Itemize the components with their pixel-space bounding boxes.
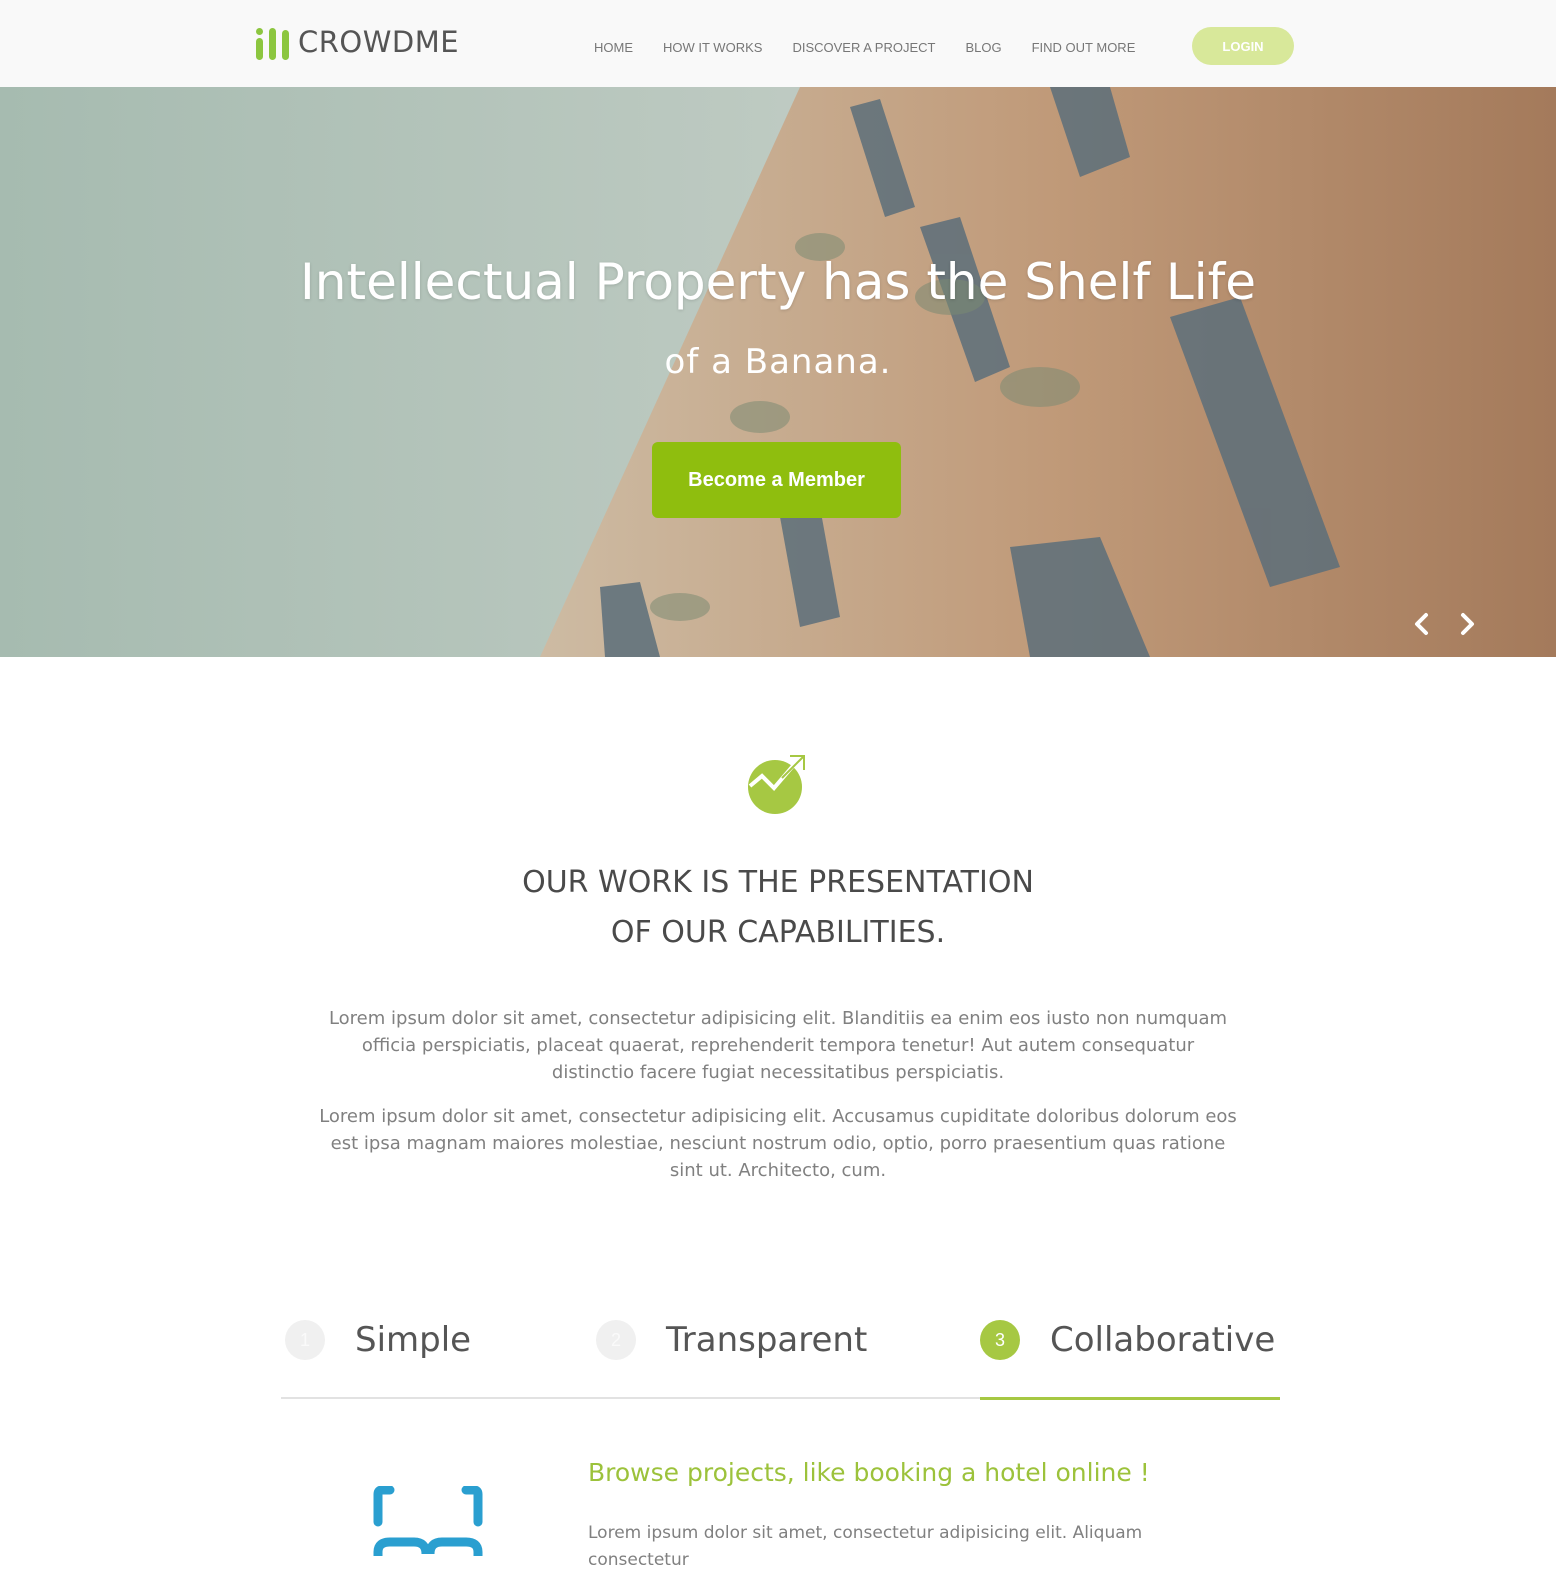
tab-number: 3 bbox=[980, 1320, 1020, 1360]
chevron-right-icon[interactable] bbox=[1455, 611, 1479, 637]
become-member-button[interactable]: Become a Member bbox=[652, 442, 901, 518]
hero-title: Intellectual Property has the Shelf Life bbox=[300, 253, 1256, 311]
tab-simple[interactable]: 1 Simple bbox=[285, 1320, 471, 1360]
bar-chart-logo-icon bbox=[256, 24, 292, 60]
intro-title: OUR WORK IS THE PRESENTATION OF OUR CAPA… bbox=[0, 858, 1556, 958]
logo-text: CROWDME bbox=[298, 25, 460, 59]
logo[interactable]: CROWDME bbox=[256, 23, 459, 61]
nav-how-it-works[interactable]: HOW IT WORKS bbox=[663, 40, 762, 55]
tab-number: 1 bbox=[285, 1320, 325, 1360]
nav-blog[interactable]: BLOG bbox=[965, 40, 1001, 55]
intro-title-line2: OF OUR CAPABILITIES. bbox=[610, 915, 946, 950]
tab-label: Transparent bbox=[666, 1320, 868, 1360]
tab-transparent[interactable]: 2 Transparent bbox=[596, 1320, 867, 1360]
intro-paragraph-1: Lorem ipsum dolor sit amet, consectetur … bbox=[328, 1008, 1228, 1083]
chevron-left-icon[interactable] bbox=[1410, 611, 1434, 637]
nav-discover-project[interactable]: DISCOVER A PROJECT bbox=[792, 40, 935, 55]
nav-find-out-more[interactable]: FIND OUT MORE bbox=[1032, 40, 1136, 55]
tab-content-paragraph: Lorem ipsum dolor sit amet, consectetur … bbox=[588, 1523, 1143, 1570]
tab-content-title: Browse projects, like booking a hotel on… bbox=[588, 1458, 1150, 1487]
nav-home[interactable]: HOME bbox=[594, 40, 633, 55]
intro-title-line1: OUR WORK IS THE PRESENTATION bbox=[522, 865, 1034, 900]
tab-label: Simple bbox=[355, 1320, 472, 1360]
tab-number: 2 bbox=[596, 1320, 636, 1360]
hero-slider: Intellectual Property has the Shelf Life… bbox=[0, 87, 1556, 657]
growth-chart-icon bbox=[748, 755, 805, 814]
main-nav: HOME HOW IT WORKS DISCOVER A PROJECT BLO… bbox=[594, 40, 1165, 55]
intro-paragraph-2: Lorem ipsum dolor sit amet, consectetur … bbox=[319, 1106, 1237, 1181]
tab-label: Collaborative bbox=[1050, 1320, 1276, 1360]
tab-collaborative[interactable]: 3 Collaborative bbox=[980, 1320, 1275, 1360]
hero-subtitle: of a Banana. bbox=[664, 342, 892, 382]
binoculars-icon bbox=[373, 1486, 483, 1556]
site-header: CROWDME HOME HOW IT WORKS DISCOVER A PRO… bbox=[0, 0, 1556, 88]
active-tab-indicator bbox=[980, 1397, 1280, 1400]
login-button[interactable]: LOGIN bbox=[1192, 27, 1294, 65]
